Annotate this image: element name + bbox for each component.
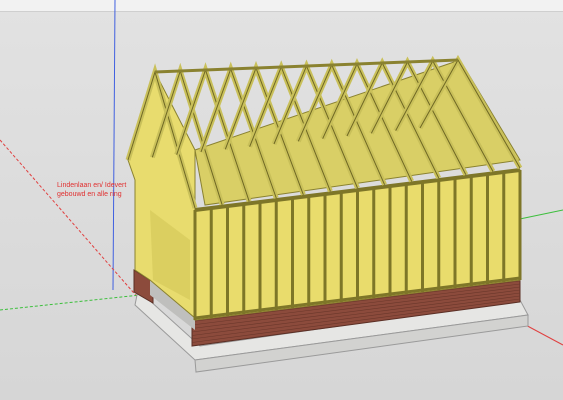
green-axis [514, 209, 563, 221]
red-axis [0, 139, 141, 301]
blue-axis [112, 0, 116, 291]
model-tag-line-1: Lindenlaan en/ Idevert [57, 182, 127, 189]
green-axis-dashed [0, 294, 141, 311]
model-tag-line-2: gebouwd en alle ring [57, 191, 122, 198]
scene-canvas[interactable] [0, 0, 563, 400]
3d-viewport[interactable]: Lindenlaan en/ Idevert gebouwd en alle r… [0, 0, 563, 400]
